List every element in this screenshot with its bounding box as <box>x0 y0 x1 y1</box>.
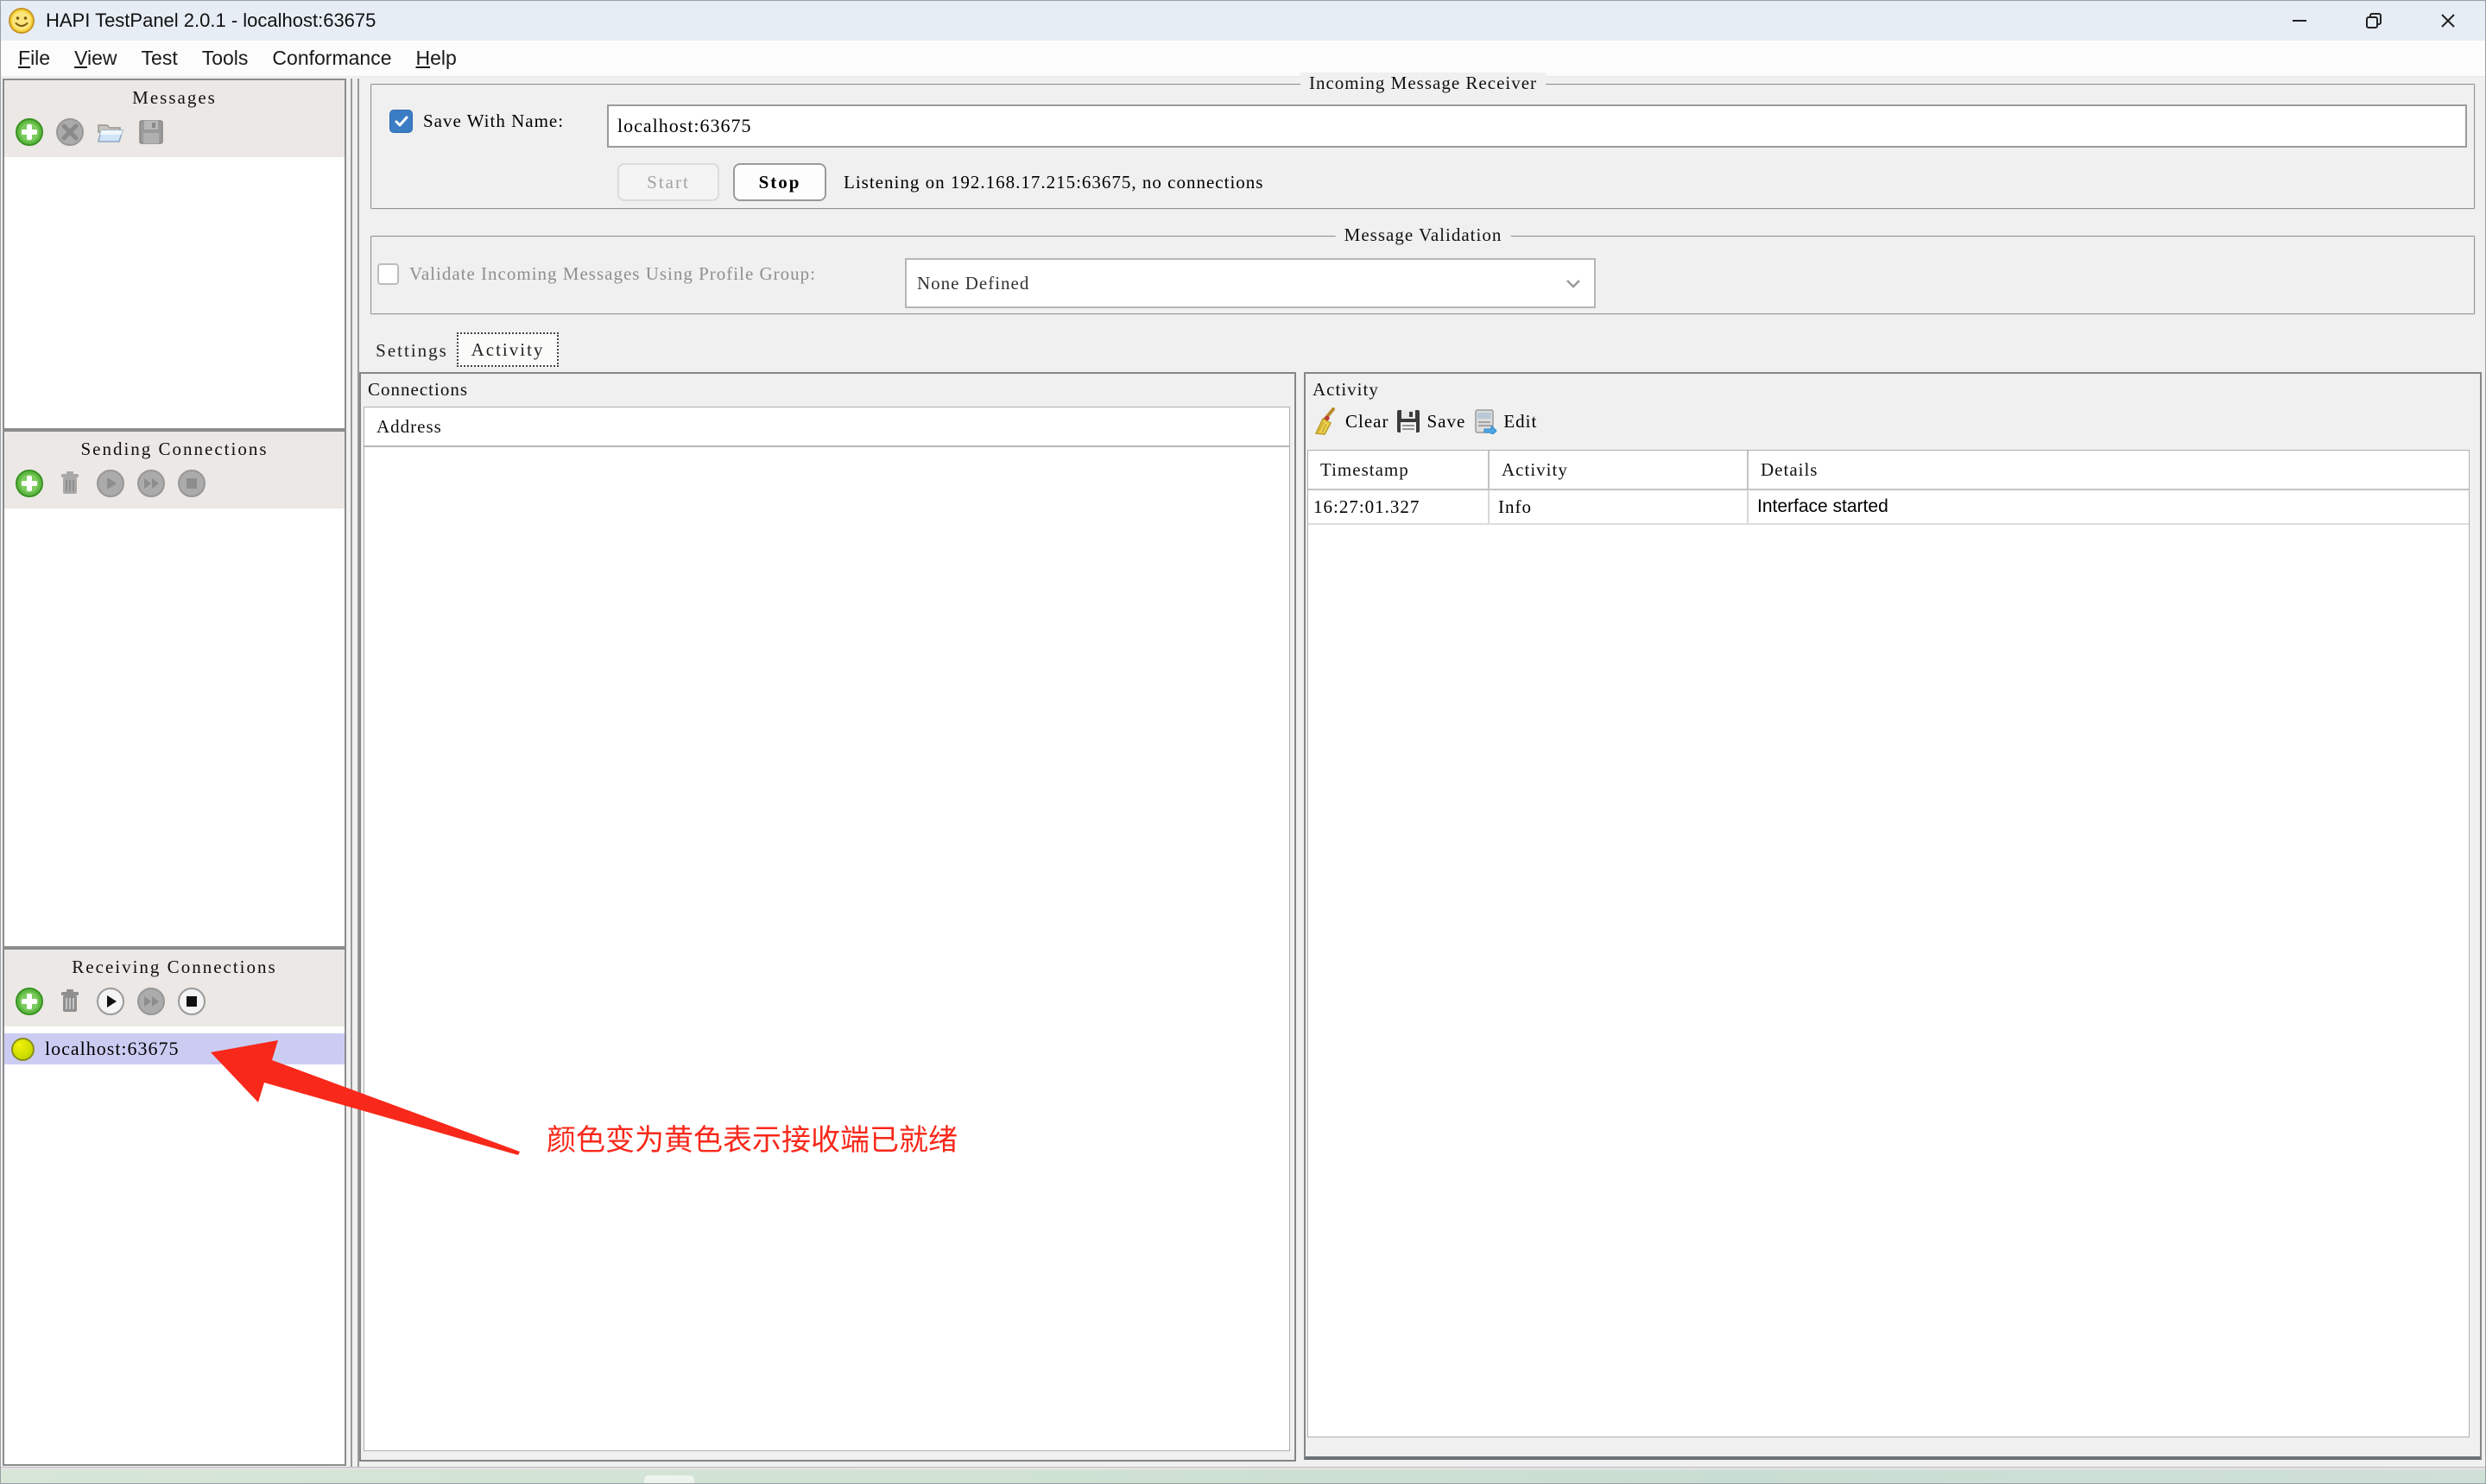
activity-panel-title: Activity <box>1306 374 2480 401</box>
add-receiving-connection-icon[interactable] <box>15 987 44 1016</box>
clear-activity-button[interactable]: Clear <box>1314 407 1388 435</box>
listening-status-text: Listening on 192.168.17.215:63675, no co… <box>844 172 1263 193</box>
incoming-receiver-group-title: Incoming Message Receiver <box>1300 73 1546 94</box>
connection-item-label: localhost:63675 <box>45 1038 180 1060</box>
messages-panel-title: Messages <box>4 87 345 109</box>
open-file-icon[interactable] <box>96 117 125 147</box>
column-details[interactable]: Details <box>1749 451 2469 489</box>
titlebar: HAPI TestPanel 2.0.1 - localhost:63675 <box>1 1 2485 41</box>
activity-panel: Activity Clear <box>1304 372 2482 1460</box>
receiving-panel-title: Receiving Connections <box>4 957 345 978</box>
messages-toolbar <box>4 109 345 157</box>
column-activity[interactable]: Activity <box>1490 451 1749 489</box>
window-controls <box>2262 1 2485 41</box>
menu-view[interactable]: View <box>62 42 129 74</box>
floppy-save-icon <box>1395 408 1421 434</box>
add-sending-connection-icon[interactable] <box>15 469 44 498</box>
connections-panel-title: Connections <box>361 374 1294 401</box>
sending-panel-header: Sending Connections <box>4 432 345 508</box>
save-message-icon[interactable] <box>136 117 166 147</box>
desktop-strip <box>1 1470 2485 1484</box>
close-button[interactable] <box>2411 1 2485 41</box>
activity-table-row[interactable]: 16:27:01.327 Info Interface started <box>1308 490 2469 525</box>
receiving-connections-panel: Receiving Connections <box>3 948 346 1466</box>
message-validation-group-title: Message Validation <box>1336 224 1511 246</box>
maximize-restore-button[interactable] <box>2337 1 2411 41</box>
activity-table: Timestamp Activity Details 16:27:01.327 … <box>1307 450 2470 1437</box>
restore-icon <box>2364 11 2383 30</box>
save-with-name-label: Save With Name: <box>423 111 564 132</box>
minimize-button[interactable] <box>2262 1 2337 41</box>
row-timestamp: 16:27:01.327 <box>1308 490 1490 523</box>
edit-activity-button[interactable]: Edit <box>1472 408 1537 434</box>
connections-column-address[interactable]: Address <box>364 407 1289 447</box>
broom-clear-icon <box>1314 407 1340 435</box>
row-activity: Info <box>1490 490 1749 523</box>
activity-table-header: Timestamp Activity Details <box>1308 451 2469 490</box>
start-sending-icon[interactable] <box>96 469 125 498</box>
tab-activity[interactable]: Activity <box>457 332 559 367</box>
save-label: Save <box>1426 411 1465 433</box>
tab-settings[interactable]: Settings <box>370 336 453 365</box>
menu-conformance[interactable]: Conformance <box>260 42 403 74</box>
sending-panel-title: Sending Connections <box>4 439 345 460</box>
menubar: File View Test Tools Conformance Help <box>1 41 2485 77</box>
delete-sending-connection-icon[interactable] <box>55 469 85 498</box>
close-message-icon[interactable] <box>55 117 85 147</box>
sidebar-splitter[interactable] <box>351 79 352 1468</box>
hapi-smiley-app-icon <box>8 7 35 35</box>
sending-connections-panel: Sending Connections <box>3 430 346 948</box>
start-button[interactable]: Start <box>617 163 719 201</box>
menu-help[interactable]: Help <box>404 42 469 74</box>
edit-label: Edit <box>1503 411 1537 433</box>
delete-receiving-connection-icon[interactable] <box>55 987 85 1016</box>
save-with-name-checkbox[interactable] <box>389 110 413 133</box>
check-icon <box>394 114 409 129</box>
clear-label: Clear <box>1345 411 1388 433</box>
connections-panel: Connections Address <box>359 372 1296 1462</box>
menu-test[interactable]: Test <box>130 42 190 74</box>
sending-toolbar <box>4 460 345 508</box>
window-title: HAPI TestPanel 2.0.1 - localhost:63675 <box>46 9 376 32</box>
close-icon <box>2439 11 2458 30</box>
profile-group-value: None Defined <box>917 273 1029 294</box>
start-all-receiving-icon[interactable] <box>136 987 166 1016</box>
annotation-text: 颜色变为黄色表示接收端已就绪 <box>547 1116 958 1159</box>
messages-panel: Messages <box>3 79 346 430</box>
column-timestamp[interactable]: Timestamp <box>1308 451 1490 489</box>
validate-incoming-label: Validate Incoming Messages Using Profile… <box>409 263 816 285</box>
stop-button[interactable]: Stop <box>733 163 826 201</box>
receiving-connection-item[interactable]: localhost:63675 <box>4 1033 345 1064</box>
app-window: HAPI TestPanel 2.0.1 - localhost:63675 F… <box>0 0 2486 1484</box>
connection-status-ready-icon <box>11 1038 35 1061</box>
activity-toolbar: Clear Save <box>1306 401 2480 435</box>
minimize-icon <box>2290 11 2309 30</box>
stop-sending-icon[interactable] <box>177 469 206 498</box>
menu-tools[interactable]: Tools <box>190 42 261 74</box>
incoming-message-receiver-group: Incoming Message Receiver Save With Name… <box>370 84 2476 210</box>
start-all-sending-icon[interactable] <box>136 469 166 498</box>
chevron-down-icon <box>1563 273 1584 294</box>
stop-receiving-icon[interactable] <box>177 987 206 1016</box>
row-details: Interface started <box>1749 490 2469 523</box>
receiver-name-input[interactable] <box>607 104 2467 148</box>
profile-group-select[interactable]: None Defined <box>905 258 1596 308</box>
connections-table: Address <box>364 407 1290 1451</box>
add-message-icon[interactable] <box>15 117 44 147</box>
edit-notepad-icon <box>1472 408 1498 434</box>
menu-file[interactable]: File <box>6 42 62 74</box>
message-validation-group: Message Validation Validate Incoming Mes… <box>370 236 2476 315</box>
receiving-toolbar <box>4 978 345 1026</box>
taskbar-button-sliver <box>644 1475 694 1484</box>
receiving-panel-header: Receiving Connections <box>4 950 345 1026</box>
messages-panel-header: Messages <box>4 80 345 157</box>
start-receiving-icon[interactable] <box>96 987 125 1016</box>
save-activity-button[interactable]: Save <box>1395 408 1465 434</box>
validate-incoming-checkbox[interactable] <box>377 263 399 285</box>
